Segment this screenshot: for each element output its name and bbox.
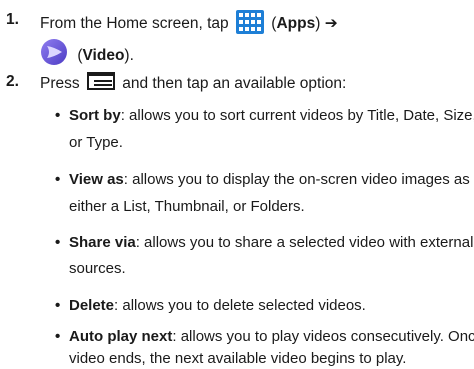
apps-label: Apps xyxy=(276,15,316,32)
option-delete: • Delete: allows you to delete selected … xyxy=(55,296,366,316)
manual-page: 1. From the Home screen, tap (Apps) ➔ (V… xyxy=(0,0,474,369)
option-desc: : allows you to delete selected videos. xyxy=(114,297,366,314)
option-desc: : allows you to play videos consecutivel… xyxy=(172,328,474,345)
step-text: Press xyxy=(40,75,80,92)
arrow-icon: ➔ xyxy=(324,15,338,32)
step-number: 2. xyxy=(6,73,19,90)
option-term: View as xyxy=(69,171,124,188)
option-term: Share via xyxy=(69,234,136,251)
video-label: Video xyxy=(82,47,125,64)
step-text: From the Home screen, tap xyxy=(40,15,229,32)
option-continuation: video ends, the next available video beg… xyxy=(69,350,407,367)
bullet: • xyxy=(55,234,61,251)
option-continuation: either a List, Thumbnail, or Folders. xyxy=(69,198,305,215)
option-term: Delete xyxy=(69,297,115,314)
option-desc: : allows you to share a selected video w… xyxy=(135,234,474,251)
step-2: 2. Press and then tap an available optio… xyxy=(0,72,474,96)
option-term: Auto play next xyxy=(69,328,173,345)
option-term: Sort by xyxy=(69,107,121,124)
apps-paren-close: ) xyxy=(315,15,321,32)
bullet: • xyxy=(55,328,61,345)
option-view-as: • View as: allows you to display the on-… xyxy=(55,170,470,190)
option-continuation: sources. xyxy=(69,260,126,277)
option-desc: : allows you to display the on-scren vid… xyxy=(123,171,470,188)
video-app-icon xyxy=(40,38,68,66)
bullet: • xyxy=(55,297,61,314)
apps-grid-icon xyxy=(235,10,264,34)
option-continuation: or Type. xyxy=(69,134,123,151)
menu-key-icon xyxy=(86,72,115,90)
step-number: 1. xyxy=(6,11,19,28)
step-text: and then tap an available option: xyxy=(122,75,347,92)
video-paren-close: ). xyxy=(124,47,134,64)
option-sort-by: • Sort by: allows you to sort current vi… xyxy=(55,106,474,126)
option-share-via: • Share via: allows you to share a selec… xyxy=(55,233,474,253)
bullet: • xyxy=(55,107,61,124)
bullet: • xyxy=(55,171,61,188)
step-1: 1. From the Home screen, tap (Apps) ➔ (V… xyxy=(0,10,474,70)
option-auto-play-next: • Auto play next: allows you to play vid… xyxy=(55,327,474,347)
option-desc: : allows you to sort current videos by T… xyxy=(120,107,474,124)
